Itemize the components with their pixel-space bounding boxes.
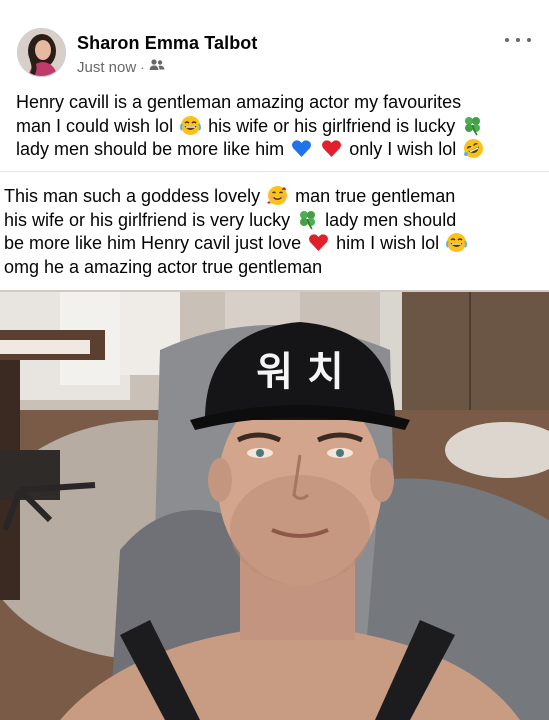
rolling-laughing-icon xyxy=(463,138,484,159)
image-text-block: This man such a goddess lovely man true … xyxy=(4,185,544,279)
red-heart-icon xyxy=(308,232,329,253)
image-text-line: be more like him Henry cavil just love h… xyxy=(4,232,544,256)
cap-lettering: 워 치 xyxy=(256,349,344,395)
image-text-line: omg he a amazing actor true gentleman xyxy=(4,256,323,277)
four-leaf-clover-icon xyxy=(297,209,318,230)
timestamp[interactable]: Just now xyxy=(77,59,136,76)
post-caption: Henry cavill is a gentleman amazing acto… xyxy=(16,91,536,162)
section-divider xyxy=(0,171,549,172)
dot-icon xyxy=(505,38,509,42)
caption-line: lady men should be more like him only I … xyxy=(16,138,536,162)
four-leaf-clover-icon xyxy=(462,115,483,136)
caption-line: man I could wish lol his wife or his gir… xyxy=(16,115,536,139)
image-text-line: his wife or his girlfriend is very lucky… xyxy=(4,209,457,230)
post-photo[interactable]: 워 치 xyxy=(0,290,549,720)
dot-icon xyxy=(527,38,531,42)
author-name[interactable]: Sharon Emma Talbot xyxy=(77,33,258,54)
blue-heart-icon xyxy=(291,138,312,159)
meta-separator: · xyxy=(140,59,145,75)
laughing-tears-icon xyxy=(446,232,468,253)
smiling-hearts-icon xyxy=(267,185,288,206)
avatar[interactable] xyxy=(17,28,66,77)
caption-line: Henry cavill is a gentleman amazing acto… xyxy=(16,92,462,112)
post-header: Sharon Emma Talbot Just now · xyxy=(0,0,549,88)
laughing-tears-icon xyxy=(180,115,202,136)
more-options-button[interactable] xyxy=(505,30,531,50)
friends-icon[interactable] xyxy=(149,58,165,76)
image-text-line: This man such a goddess lovely man true … xyxy=(4,185,456,206)
red-heart-icon xyxy=(321,138,342,159)
dot-icon xyxy=(516,38,520,42)
post-meta: Just now · xyxy=(77,58,165,76)
